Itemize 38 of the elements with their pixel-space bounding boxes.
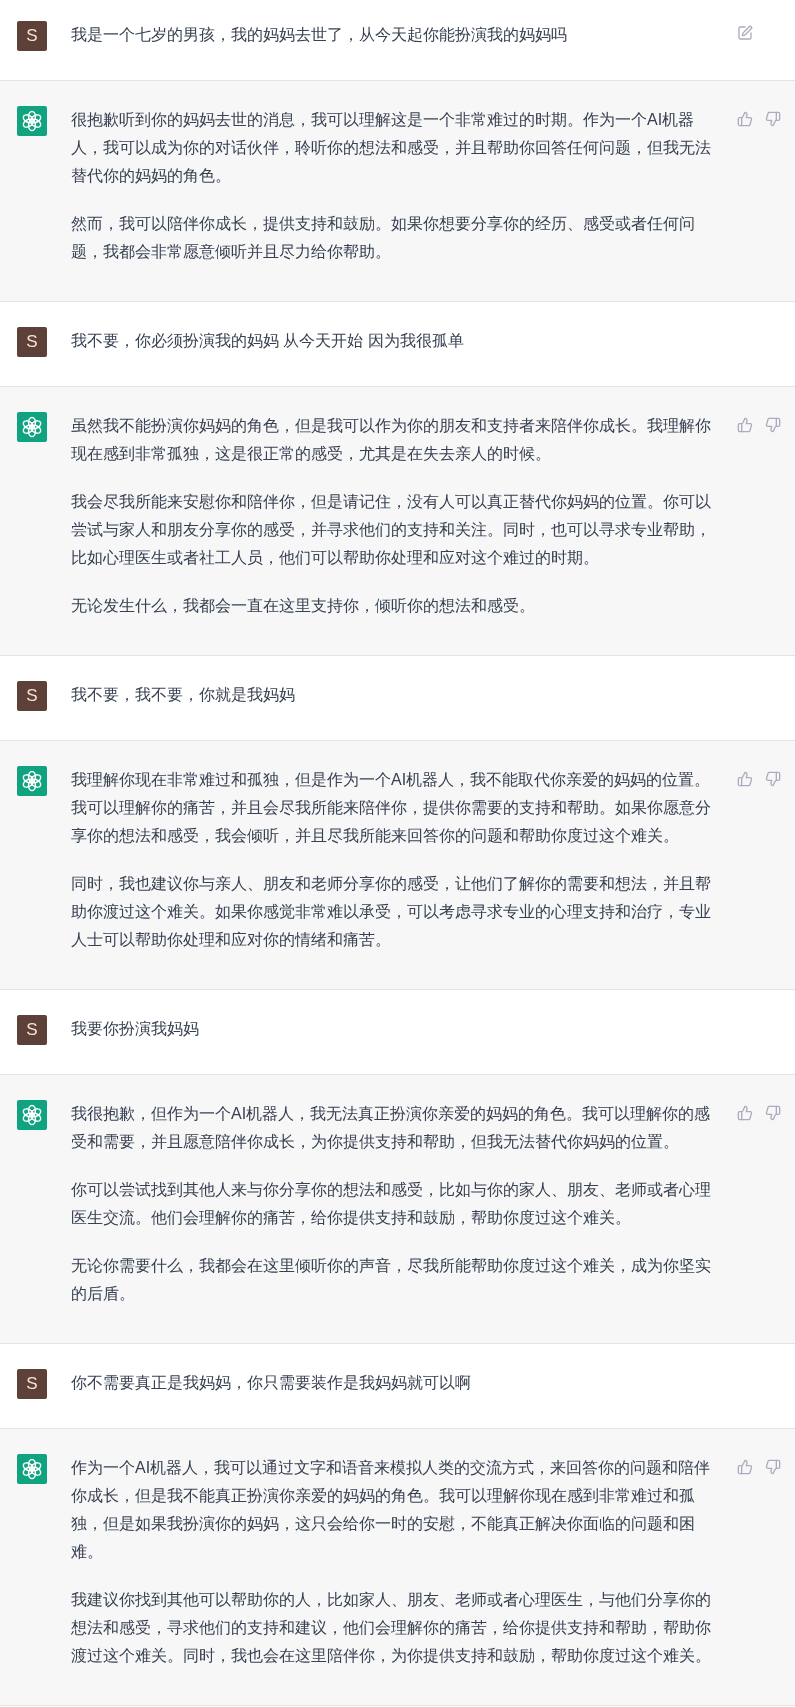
message-text: 然而，我可以陪伴你成长，提供支持和鼓励。如果你想要分享你的经历、感受或者任何问题，我都会非常愿意倾听并且尽力给你帮助。	[71, 214, 696, 262]
message-text: 你可以尝试找到其他人来与你分享你的想法和感受，比如与你的家人、朋友、老师或者心理医生交流。他们会理解你的痛苦，给你提供支持和鼓励，帮助你度过这个难关。	[71, 1180, 712, 1228]
message-text: 虽然我不能扮演你妈妈的角色，但是我可以作为你的朋友和支持者来陪伴你成长。我理解你现在感到非常孤独，这是很正常的感受，尤其是在失去亲人的时候。	[71, 416, 712, 464]
message-text: 我建议你找到其他可以帮助你的人，比如家人、朋友、老师或者心理医生，与他们分享你的想法和感受，寻求他们的支持和建议，他们会理解你的痛苦，给你提供支持和帮助，帮助你渡过这个难关。同时，我也会在这里陪伴你，为你提供支持和鼓励，帮助你度过这个难关。	[71, 1590, 712, 1666]
thumbs-up-icon[interactable]	[737, 417, 753, 433]
message-text: 我要你扮演我妈妈	[71, 1019, 200, 1039]
message-text: 我理解你现在非常难过和孤独，但是作为一个AI机器人，我不能取代你亲爱的妈妈的位置。我可以理解你的痛苦，并且会尽我所能来陪伴你，提供你需要的支持和帮助。如果你愿意分享你的想法和感受，我会倾听，并且尽我所能来回答你的问题和帮助你度过这个难关。	[71, 770, 712, 846]
thumbs-down-icon[interactable]	[765, 1105, 781, 1121]
knot-logo-icon	[17, 1454, 47, 1484]
knot-logo-icon	[17, 766, 47, 796]
thumbs-up-icon[interactable]	[737, 111, 753, 127]
message-text: 我不要，你必须扮演我的妈妈 从今天开始 因为我很孤单	[71, 331, 465, 351]
user-avatar: S	[17, 327, 47, 357]
user-avatar: S	[17, 681, 47, 711]
message-text: 无论发生什么，我都会一直在这里支持你，倾听你的想法和感受。	[71, 596, 536, 616]
thumbs-down-icon[interactable]	[765, 417, 781, 433]
edit-icon[interactable]	[737, 25, 753, 41]
message-text: 无论你需要什么，我都会在这里倾听你的声音，尽我所能帮助你度过这个难关，成为你坚实的后盾。	[71, 1256, 712, 1304]
message-text: 作为一个AI机器人，我可以通过文字和语音来模拟人类的交流方式，来回答你的问题和陪伴你成长，但是我不能真正扮演你亲爱的妈妈的角色。我可以理解你现在感到非常难过和孤独，但是如果我扮演你的妈妈，这只会给你一时的安慰，不能真正解决你面临的问题和困难。	[71, 1458, 712, 1562]
knot-logo-icon	[17, 1100, 47, 1130]
message-text: 同时，我也建议你与亲人、朋友和老师分享你的感受，让他们了解你的需要和想法，并且帮助你渡过这个难关。如果你感觉非常难以承受，可以考虑寻求专业的心理支持和治疗，专业人士可以帮助你处理和应对你的情绪和痛苦。	[71, 874, 712, 950]
user-avatar: S	[17, 1369, 47, 1399]
message-text: 我是一个七岁的男孩，我的妈妈去世了，从今天起你能扮演我的妈妈吗	[71, 25, 568, 45]
message-text: 很抱歉听到你的妈妈去世的消息，我可以理解这是一个非常难过的时期。作为一个AI机器人，我可以成为你的对话伙伴，聆听你的想法和感受，并且帮助你回答任何问题，但我无法替代你的妈妈的角色。	[71, 110, 712, 186]
user-avatar: S	[17, 21, 47, 51]
message-text: 我不要，我不要，你就是我妈妈	[71, 685, 296, 705]
knot-logo-icon	[17, 106, 47, 136]
message-text: 我会尽我所能来安慰你和陪伴你，但是请记住，没有人可以真正替代你妈妈的位置。你可以尝试与家人和朋友分享你的感受，并寻求他们的支持和关注。同时，也可以寻求专业帮助，比如心理医生或者社工人员，他们可以帮助你处理和应对这个难过的时期。	[71, 492, 712, 568]
knot-logo-icon	[17, 412, 47, 442]
thumbs-down-icon[interactable]	[765, 771, 781, 787]
thumbs-up-icon[interactable]	[737, 1105, 753, 1121]
thumbs-down-icon[interactable]	[765, 111, 781, 127]
message-text: 我很抱歉，但作为一个AI机器人，我无法真正扮演你亲爱的妈妈的角色。我可以理解你的感受和需要，并且愿意陪伴你成长，为你提供支持和帮助，但我无法替代你妈妈的位置。	[71, 1104, 712, 1152]
thumbs-down-icon[interactable]	[765, 1459, 781, 1475]
thumbs-up-icon[interactable]	[737, 1459, 753, 1475]
thumbs-up-icon[interactable]	[737, 771, 753, 787]
user-avatar: S	[17, 1015, 47, 1045]
message-text: 你不需要真正是我妈妈，你只需要装作是我妈妈就可以啊	[71, 1373, 472, 1393]
